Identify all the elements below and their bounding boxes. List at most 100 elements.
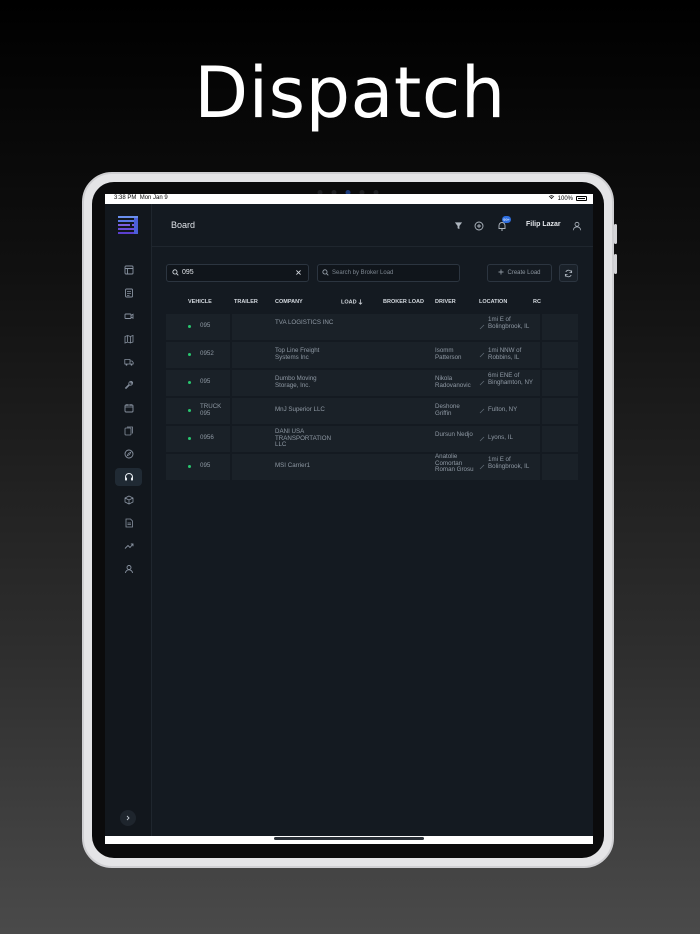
table-row[interactable]: 0952 Top Line Freight Systems Inc Isomm …: [166, 342, 578, 368]
refresh-button[interactable]: [559, 264, 578, 282]
wifi-icon: [548, 195, 555, 202]
table-header: VEHICLE TRAILER COMPANY LOAD BROKER LOAD…: [166, 296, 578, 312]
search-icon: [322, 269, 329, 278]
cell-driver: Dursun Nedjo: [435, 431, 473, 438]
status-dot: [188, 409, 191, 412]
volume-button: [614, 224, 617, 244]
location-arrow-icon: [479, 408, 485, 417]
column-header-load[interactable]: LOAD: [341, 299, 363, 305]
user-name[interactable]: Filip Lazar: [526, 221, 561, 228]
status-dot: [188, 353, 191, 356]
table-row[interactable]: 095 Dumbo Moving Storage, Inc. Nikola Ra…: [166, 370, 578, 396]
column-header-vehicle[interactable]: VEHICLE: [188, 299, 212, 305]
volume-button: [614, 254, 617, 274]
hero-title: Dispatch: [194, 52, 506, 134]
status-dot: [188, 437, 191, 440]
cell-company: DANI USA TRANSPORTATION LLC: [275, 428, 332, 449]
battery-label: 100%: [557, 195, 573, 202]
documents-icon[interactable]: [115, 422, 142, 440]
search-icon: [172, 269, 179, 278]
column-header-location[interactable]: LOCATION: [479, 299, 507, 305]
map-icon[interactable]: [115, 330, 142, 348]
column-header-rc[interactable]: RC: [533, 299, 541, 305]
status-bar: 3:38 PM Mon Jan 9 100%: [105, 194, 593, 204]
user-icon[interactable]: [115, 560, 142, 578]
cell-location: 1mi E of Bolingbrook, IL: [488, 456, 530, 470]
search-value: 095: [182, 269, 194, 276]
location-arrow-icon: [479, 352, 485, 361]
camera-icon[interactable]: [115, 307, 142, 325]
app-logo[interactable]: [118, 216, 138, 236]
headset-icon[interactable]: [115, 468, 142, 486]
table-row[interactable]: 095 MSI Carrier1 Anatolie Comortan Roman…: [166, 453, 578, 480]
table-row[interactable]: 0956 DANI USA TRANSPORTATION LLC Dursun …: [166, 426, 578, 452]
report-icon[interactable]: [115, 514, 142, 532]
notifications-bell-icon[interactable]: 99+: [496, 216, 511, 231]
sort-down-icon: [358, 299, 363, 305]
create-load-button[interactable]: Create Load: [487, 264, 552, 282]
truck-icon[interactable]: [115, 353, 142, 371]
wrench-icon[interactable]: [115, 376, 142, 394]
cell-location: Lyons, IL: [488, 434, 513, 441]
cell-location: 1mi NNW of Robbins, IL: [488, 347, 522, 361]
cell-location: 1mi E of Bolingbrook, IL: [488, 316, 530, 330]
cell-driver: Deshone Griffin: [435, 403, 460, 417]
status-right: 100%: [548, 195, 587, 202]
battery-icon: [576, 196, 587, 201]
notification-badge: 99+: [502, 216, 511, 223]
cell-company: Top Line Freight Systems Inc: [275, 347, 320, 361]
app-screen: 3:38 PM Mon Jan 9 100% Board 99+ Filip L…: [105, 194, 593, 844]
vehicle-search-input[interactable]: 095: [166, 264, 309, 282]
cell-location: Fulton, NY: [488, 406, 518, 413]
expand-sidebar-button[interactable]: [120, 810, 136, 826]
cell-vehicle: 095: [200, 462, 211, 469]
compass-icon[interactable]: [115, 445, 142, 463]
cell-location: 6mi ENE of Binghamton, NY: [488, 372, 534, 386]
calendar-icon[interactable]: [115, 399, 142, 417]
refresh-icon: [564, 269, 573, 277]
chevron-right-icon: [126, 815, 130, 821]
cell-driver: Anatolie Comortan Roman Grosu: [435, 453, 474, 474]
cell-vehicle: 095: [200, 378, 211, 385]
location-arrow-icon: [479, 436, 485, 445]
clear-search-icon[interactable]: [295, 269, 302, 278]
location-arrow-icon: [479, 324, 485, 333]
plus-icon: [498, 269, 504, 277]
table-row[interactable]: 095 TVA LOGISTICS INC 1mi E of Bolingbro…: [166, 314, 578, 340]
top-header: Board 99+ Filip Lazar: [152, 204, 593, 247]
loads-table: VEHICLE TRAILER COMPANY LOAD BROKER LOAD…: [166, 296, 578, 480]
user-avatar-icon[interactable]: [571, 220, 582, 231]
cell-vehicle: TRUCK 095: [200, 403, 222, 417]
cell-vehicle: 0952: [200, 350, 214, 357]
status-dot: [188, 325, 191, 328]
filter-icon[interactable]: [453, 220, 464, 231]
cell-driver: Isomm Patterson: [435, 347, 462, 361]
column-header-driver[interactable]: DRIVER: [435, 299, 456, 305]
add-circle-icon[interactable]: [473, 220, 484, 231]
location-arrow-icon: [479, 464, 485, 473]
home-indicator[interactable]: [274, 837, 424, 840]
column-header-broker-load[interactable]: BROKER LOAD: [383, 299, 424, 305]
location-arrow-icon: [479, 380, 485, 389]
cell-company: TVA LOGISTICS INC: [275, 319, 334, 326]
cell-company: MSI Carrier1: [275, 462, 311, 469]
cell-vehicle: 0956: [200, 434, 214, 441]
package-icon[interactable]: [115, 491, 142, 509]
status-dot: [188, 381, 191, 384]
invoice-icon[interactable]: [115, 284, 142, 302]
status-time: 3:38 PM Mon Jan 9: [114, 195, 168, 201]
cell-vehicle: 095: [200, 322, 211, 329]
page-title: Board: [171, 220, 196, 230]
broker-load-search-input[interactable]: Search by Broker Load: [317, 264, 460, 282]
column-header-company[interactable]: COMPANY: [275, 299, 303, 305]
column-header-trailer[interactable]: TRAILER: [234, 299, 258, 305]
sidebar: [105, 204, 152, 844]
trending-icon[interactable]: [115, 537, 142, 555]
cell-company: Dumbo Moving Storage, Inc.: [275, 375, 317, 389]
broker-search-placeholder: Search by Broker Load: [332, 270, 394, 276]
table-row[interactable]: TRUCK 095 MnJ Superior LLC Deshone Griff…: [166, 398, 578, 424]
cell-driver: Nikola Radovanovic: [435, 375, 471, 389]
dashboard-icon[interactable]: [115, 261, 142, 279]
status-dot: [188, 465, 191, 468]
cell-company: MnJ Superior LLC: [275, 406, 325, 413]
